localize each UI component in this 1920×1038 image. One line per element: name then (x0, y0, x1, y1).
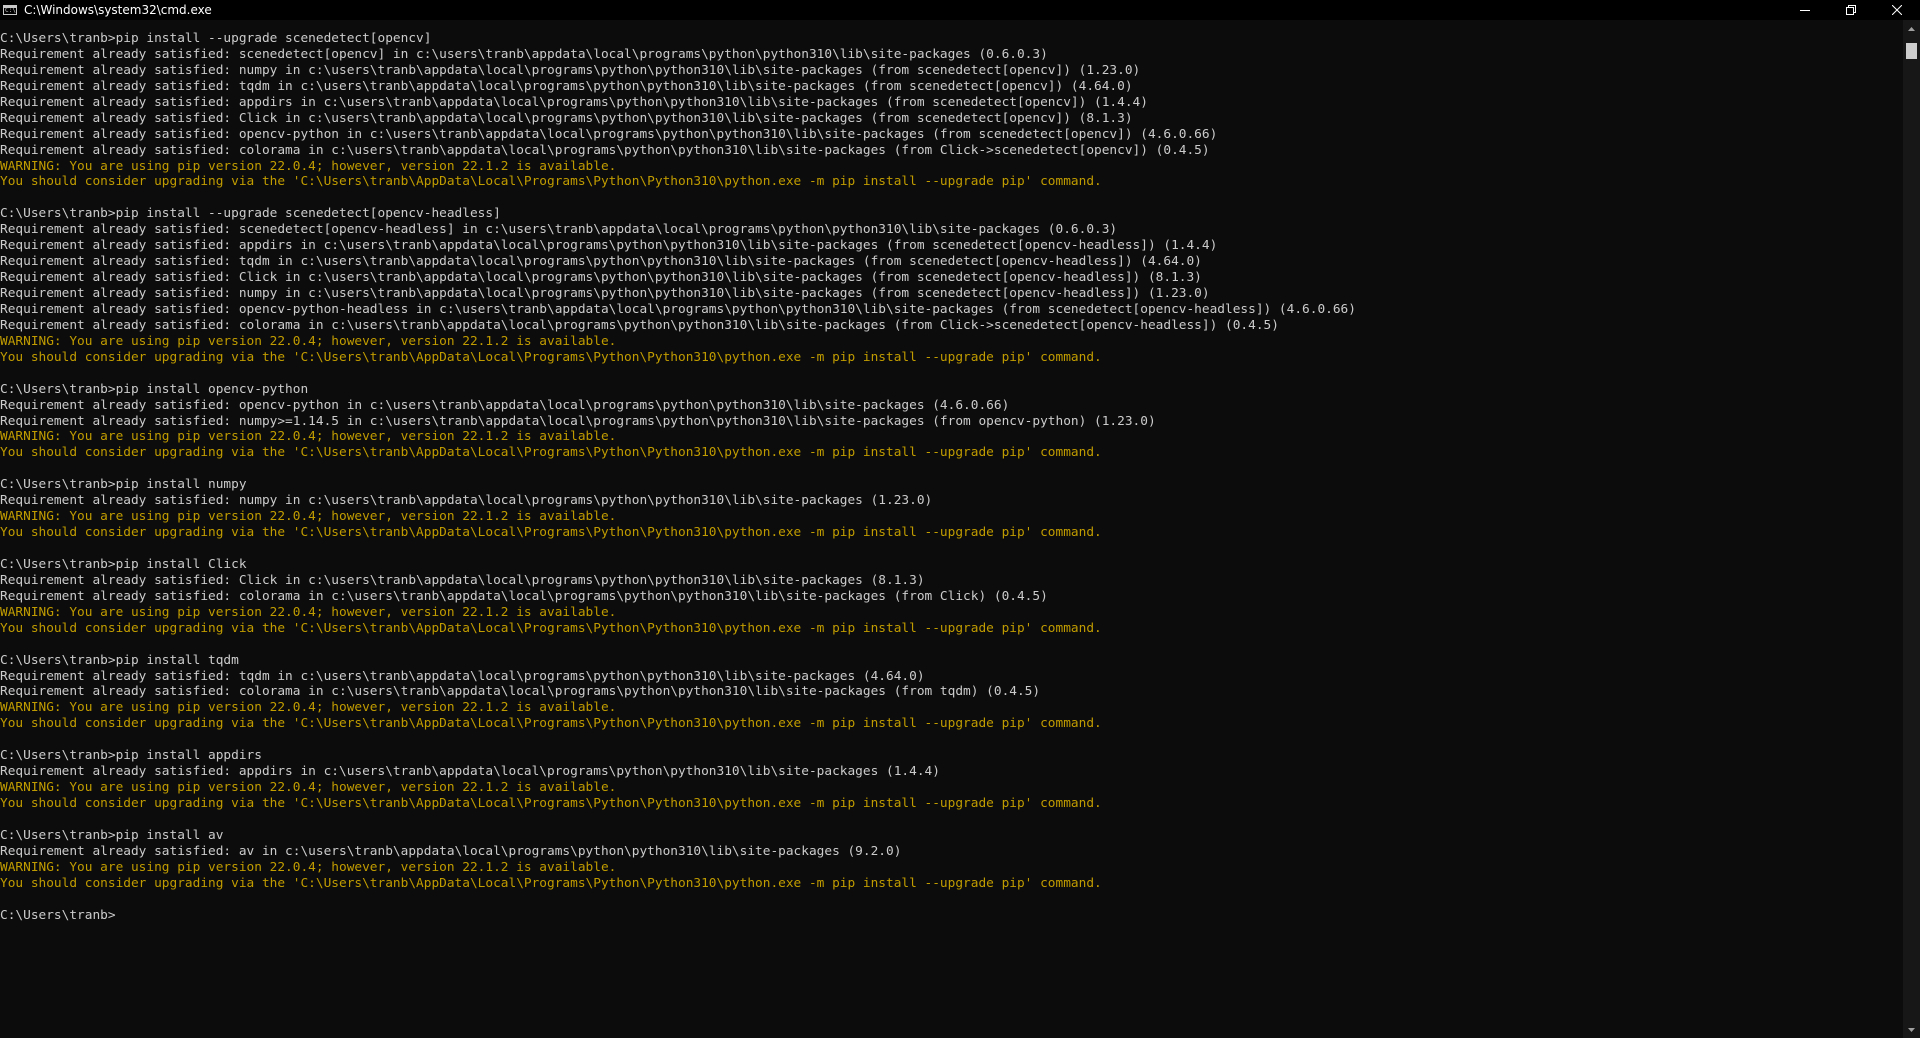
console-line: Requirement already satisfied: numpy in … (0, 286, 1210, 301)
console-line: Requirement already satisfied: numpy in … (0, 62, 1141, 78)
console-line: Requirement already satisfied: numpy in … (0, 493, 933, 509)
console-line: Requirement already satisfied: tqdm in c… (0, 78, 1133, 94)
scroll-up-arrow-icon (1908, 26, 1915, 31)
console-line: Requirement already satisfied: numpy>=1.… (0, 413, 1156, 429)
vertical-scrollbar[interactable] (1903, 20, 1920, 1038)
console-warning-line: You should consider upgrading via the 'C… (0, 445, 1102, 461)
console-line: Requirement already satisfied: scenedete… (0, 46, 1048, 62)
scrollbar-thumb[interactable] (1906, 43, 1917, 59)
console-line: C:\Users\tranb> (0, 907, 116, 923)
console-line: C:\Users\tranb>pip install --upgrade sce… (0, 31, 432, 46)
scroll-down-arrow-icon (1908, 1027, 1915, 1032)
console-warning-line: You should consider upgrading via the 'C… (0, 796, 1102, 811)
console-warning-line: WARNING: You are using pip version 22.0.… (0, 429, 617, 445)
console-warning-line: WARNING: You are using pip version 22.0.… (0, 158, 617, 174)
console-line: Requirement already satisfied: appdirs i… (0, 238, 1218, 254)
minimize-icon (1800, 10, 1810, 11)
console-line: C:\Users\tranb>pip install numpy (0, 477, 247, 493)
console-line: C:\Users\tranb>pip install opencv-python (0, 381, 309, 397)
console-warning-line: WARNING: You are using pip version 22.0.… (0, 700, 617, 716)
restore-icon (1846, 5, 1856, 15)
console-warning-line: You should consider upgrading via the 'C… (0, 620, 1102, 636)
title-bar[interactable]: C:\Windows\system32\cmd.exe (0, 0, 1920, 20)
console-line: Requirement already satisfied: colorama … (0, 588, 1048, 604)
restore-button[interactable] (1828, 0, 1874, 20)
console-line: C:\Users\tranb>pip install tqdm (0, 652, 239, 668)
console-line: Requirement already satisfied: colorama … (0, 684, 1041, 700)
console-line: C:\Users\tranb>pip install Click (0, 556, 247, 572)
console-line: C:\Users\tranb>pip install av (0, 827, 224, 843)
minimize-button[interactable] (1782, 0, 1828, 20)
cmd-icon[interactable] (3, 5, 17, 15)
console-line: C:\Users\tranb>pip install --upgrade sce… (0, 206, 501, 222)
console-line: Requirement already satisfied: av in c:\… (0, 843, 902, 859)
console-line: Requirement already satisfied: appdirs i… (0, 94, 1148, 110)
cmd-window: C:\Windows\system32\cmd.exe C:\Us (0, 0, 1920, 1038)
console-line: Requirement already satisfied: tqdm in c… (0, 668, 925, 684)
console-warning-line: You should consider upgrading via the 'C… (0, 525, 1102, 541)
console-warning-line: WARNING: You are using pip version 22.0.… (0, 509, 617, 525)
window-title: C:\Windows\system32\cmd.exe (24, 3, 212, 17)
window-controls (1782, 0, 1920, 20)
console-line: Requirement already satisfied: opencv-py… (0, 126, 1218, 142)
console-output[interactable]: C:\Users\tranb>pip install --upgrade sce… (0, 31, 1900, 1031)
close-button[interactable] (1874, 0, 1920, 20)
console-warning-line: WARNING: You are using pip version 22.0.… (0, 780, 617, 796)
scroll-down-button[interactable] (1903, 1021, 1920, 1038)
console-warning-line: WARNING: You are using pip version 22.0.… (0, 859, 617, 875)
console-line: Requirement already satisfied: opencv-py… (0, 301, 1356, 317)
console-line: C:\Users\tranb>pip install appdirs (0, 748, 262, 764)
console-warning-line: You should consider upgrading via the 'C… (0, 349, 1102, 365)
scroll-up-button[interactable] (1903, 20, 1920, 37)
console-line: Requirement already satisfied: opencv-py… (0, 397, 1010, 413)
console-warning-line: WARNING: You are using pip version 22.0.… (0, 333, 617, 349)
console-warning-line: You should consider upgrading via the 'C… (0, 174, 1102, 190)
close-icon (1892, 5, 1902, 15)
console-warning-line: WARNING: You are using pip version 22.0.… (0, 604, 617, 620)
console-line: Requirement already satisfied: tqdm in c… (0, 254, 1202, 270)
console-line: Requirement already satisfied: colorama … (0, 142, 1210, 158)
console-line: Requirement already satisfied: colorama … (0, 317, 1279, 333)
console-line: Requirement already satisfied: appdirs i… (0, 764, 940, 780)
console-warning-line: You should consider upgrading via the 'C… (0, 875, 1102, 891)
console-line: Requirement already satisfied: Click in … (0, 270, 1202, 286)
console-line: Requirement already satisfied: Click in … (0, 110, 1133, 126)
console-line: Requirement already satisfied: Click in … (0, 572, 925, 588)
console-line: Requirement already satisfied: scenedete… (0, 222, 1118, 238)
console-warning-line: You should consider upgrading via the 'C… (0, 716, 1102, 732)
